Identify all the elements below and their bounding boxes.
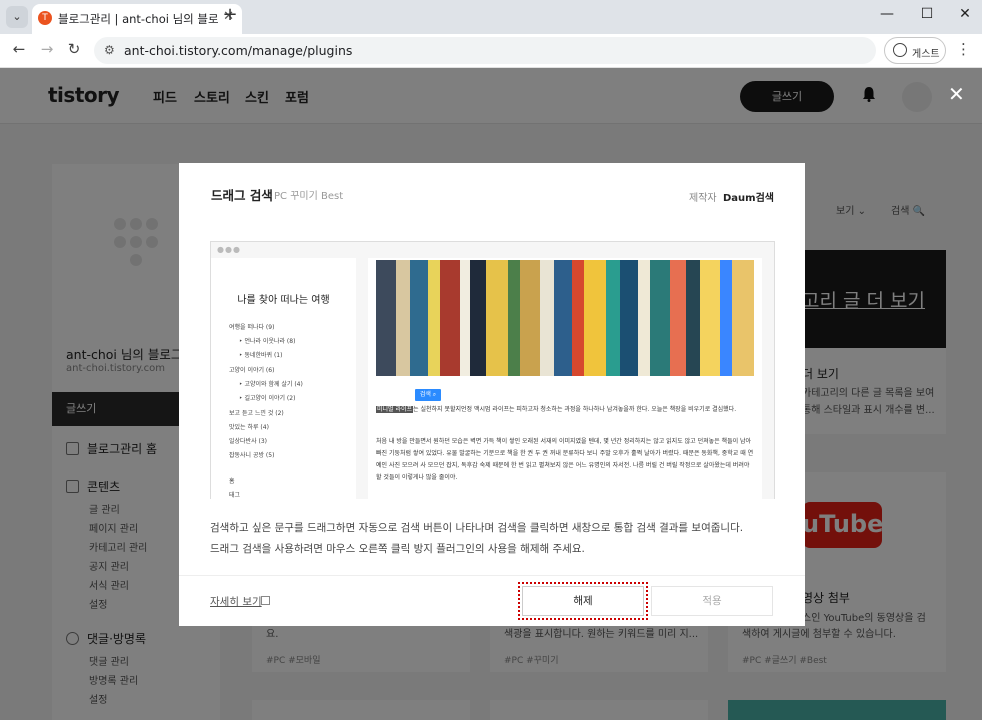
disable-button[interactable]: 해제 — [518, 582, 648, 620]
preview-category: 여행을 떠나다 (9) — [229, 324, 275, 331]
modal-title: 드래그 검색 — [211, 188, 273, 203]
close-icon[interactable]: ✕ — [948, 82, 965, 106]
window-dots-icon: ●●● — [217, 245, 241, 254]
apply-button[interactable]: 적용 — [651, 586, 773, 616]
preview-category: 잡동사니 공방 (5) — [229, 452, 275, 459]
maker-name: Daum검색 — [723, 193, 774, 204]
modal-description-2: 드래그 검색을 사용하려면 마우스 오른쪽 클릭 방지 플러그인의 사용을 해제… — [210, 543, 585, 555]
preview-category: ‣ 언나라 이웃나라 (8) — [239, 338, 296, 345]
person-icon — [893, 43, 907, 57]
detail-link[interactable]: 자세히 보기 — [210, 594, 262, 609]
maximize-icon[interactable]: ☐ — [912, 6, 942, 22]
preview-blog-title: 나를 찾아 떠나는 여행 — [237, 295, 330, 306]
modal-description-1: 검색하고 싶은 문구를 드래그하면 자동으로 검색 버튼이 나타나며 검색을 클… — [210, 522, 744, 534]
tab-title: 블로그관리 | ant-choi 님의 블로그 — [58, 12, 218, 26]
maker-label: 제작자 — [689, 193, 717, 204]
preview-category: ‣ 고양이와 함께 살기 (4) — [239, 381, 303, 388]
browser-tab[interactable]: T 블로그관리 | ant-choi 님의 블로그 ✕ — [32, 4, 242, 34]
external-link-icon — [261, 596, 270, 605]
plugin-preview-image: ●●● 나를 찾아 떠나는 여행 여행을 떠나다 (9) ‣ 언나라 이웃나라 … — [210, 241, 775, 499]
preview-category: 고양이 이야기 (6) — [229, 367, 275, 374]
modal-footer: 자세히 보기 해제 적용 — [179, 575, 805, 626]
guest-profile-button[interactable]: 게스트 — [884, 37, 946, 64]
new-tab-icon[interactable]: + — [220, 4, 240, 25]
preview-category: 일상다반사 (3) — [229, 438, 268, 445]
site-settings-icon[interactable]: ⚙ — [104, 43, 115, 57]
forward-icon[interactable]: → — [36, 40, 58, 58]
drag-search-button: 검색 ⌕ — [415, 389, 441, 401]
preview-category: ‣ 길고양이 이야기 (2) — [239, 395, 296, 402]
browser-tab-strip: ⌄ T 블로그관리 | ant-choi 님의 블로그 ✕ + — ☐ ✕ — [0, 0, 982, 34]
preview-area: ●●● 나를 찾아 떠나는 여행 여행을 떠나다 (9) ‣ 언나라 이웃나라 … — [179, 227, 805, 499]
minimize-icon[interactable]: — — [872, 6, 902, 22]
preview-category: 맛있는 하루 (4) — [229, 424, 269, 431]
modal-subtitle: PC 꾸미기 Best — [274, 191, 344, 202]
preview-paragraph: 처음 내 방을 만들면서 원하던 모습은 벽면 가득 책이 쌓인 오래된 서재의… — [376, 438, 754, 481]
preview-sidebar: 나를 찾아 떠나는 여행 여행을 떠나다 (9) ‣ 언나라 이웃나라 (8) … — [211, 258, 356, 499]
reload-icon[interactable]: ↻ — [63, 40, 85, 58]
preview-post: 검색 ⌕ 미니멀 라이프는 실천하지 못할지언정 맥시멈 라이프는 피하고자 청… — [368, 258, 762, 499]
tistory-favicon-icon: T — [38, 11, 52, 25]
window-close-icon[interactable]: ✕ — [950, 6, 980, 22]
preview-paragraph: 미니멀 라이프는 실천하지 못할지언정 맥시멈 라이프는 피하고자 청소하는 과… — [376, 406, 737, 413]
bookshelf-image — [376, 260, 754, 376]
back-icon[interactable]: ← — [8, 40, 30, 58]
url-text: ant-choi.tistory.com/manage/plugins — [124, 43, 353, 58]
address-bar[interactable]: ⚙ ant-choi.tistory.com/manage/plugins — [94, 37, 876, 64]
plugin-detail-modal: 드래그 검색 PC 꾸미기 Best 제작자 Daum검색 ●●● 나를 찾아 … — [179, 163, 805, 626]
browser-menu-icon[interactable]: ⋮ — [956, 40, 971, 58]
preview-category: 보고 듣고 느낀 것 (2) — [229, 410, 284, 417]
preview-category: 홈 — [229, 478, 235, 485]
preview-category: 태그 — [229, 492, 241, 499]
guest-label: 게스트 — [912, 49, 940, 60]
browser-toolbar: ← → ↻ ⚙ ant-choi.tistory.com/manage/plug… — [0, 34, 982, 68]
preview-category: ‣ 동네한바퀴 (1) — [239, 352, 283, 359]
maker-info: 제작자 Daum검색 — [689, 189, 774, 204]
highlighted-text: 미니멀 라이프 — [376, 406, 414, 413]
tab-search-chevron-icon[interactable]: ⌄ — [6, 6, 28, 28]
